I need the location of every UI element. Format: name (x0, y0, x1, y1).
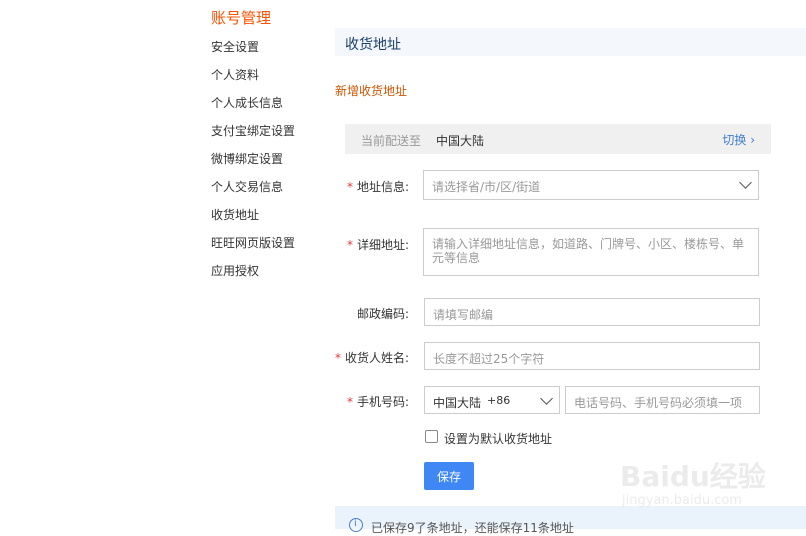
page-header: 收货地址 (335, 28, 806, 56)
default-address-checkbox[interactable] (425, 430, 438, 443)
receiver-name-input[interactable]: 长度不超过25个字符 (424, 342, 760, 370)
address-placeholder: 请选择省/市/区/街道 (432, 180, 541, 194)
notice-text: 已保存9了条地址，还能保存11条地址 (371, 521, 574, 535)
switch-region-link[interactable]: 切换 › (722, 131, 755, 148)
address-select[interactable]: 请选择省/市/区/街道 (423, 170, 759, 200)
name-label: * 收货人姓名: (335, 349, 409, 366)
detail-placeholder: 请输入详细地址信息，如道路、门牌号、小区、楼栋号、单元等信息 (432, 237, 745, 265)
chevron-down-icon (540, 392, 553, 405)
required-mark: * (347, 180, 353, 194)
page-title: 收货地址 (345, 37, 401, 53)
sidebar-item-address[interactable]: 收货地址 (211, 206, 259, 223)
default-address-label[interactable]: 设置为默认收货地址 (444, 430, 552, 447)
detail-address-textarea[interactable]: 请输入详细地址信息，如道路、门牌号、小区、楼栋号、单元等信息 (423, 228, 759, 276)
address-label-text: 地址信息: (357, 180, 410, 194)
country-code-select[interactable]: 中国大陆 +86 (424, 386, 560, 414)
sidebar-item-security[interactable]: 安全设置 (211, 38, 259, 55)
chevron-down-icon (739, 176, 752, 189)
region-bar: 当前配送至 中国大陆 切换 › (345, 124, 771, 154)
postcode-label: 邮政编码: (357, 307, 410, 321)
region-label: 当前配送至 (361, 134, 422, 148)
name-placeholder: 长度不超过25个字符 (433, 352, 545, 366)
postcode-placeholder: 请填写邮编 (433, 308, 494, 322)
sidebar-title: 账号管理 (211, 9, 272, 27)
watermark-url: jingyan.baidu.com (622, 493, 742, 508)
name-label-text: 收货人姓名: (345, 351, 410, 365)
sidebar-item-app-auth[interactable]: 应用授权 (211, 262, 259, 279)
phone-label: * 手机号码: (347, 393, 409, 410)
postcode-input[interactable]: 请填写邮编 (424, 298, 760, 326)
region-value: 中国大陆 (436, 134, 485, 148)
sidebar-item-alipay[interactable]: 支付宝绑定设置 (211, 122, 295, 139)
sidebar-item-weibo[interactable]: 微博绑定设置 (211, 150, 283, 167)
address-label: * 地址信息: (347, 178, 409, 195)
required-mark: * (347, 395, 353, 409)
country-code: +86 (487, 394, 511, 407)
sidebar-item-profile[interactable]: 个人资料 (211, 66, 259, 83)
country-value: 中国大陆 (433, 396, 482, 410)
switch-label: 切换 (722, 133, 747, 147)
info-icon (349, 518, 363, 532)
chevron-right-icon: › (750, 133, 755, 147)
sidebar-item-growth[interactable]: 个人成长信息 (211, 94, 283, 111)
required-mark: * (335, 351, 341, 365)
phone-input[interactable]: 电话号码、手机号码必须填一项 (565, 386, 760, 414)
sidebar-item-trade-info[interactable]: 个人交易信息 (211, 178, 283, 195)
detail-label: * 详细地址: (347, 236, 409, 253)
phone-placeholder: 电话号码、手机号码必须填一项 (574, 396, 743, 410)
save-button[interactable]: 保存 (424, 462, 474, 490)
detail-label-text: 详细地址: (357, 238, 410, 252)
sidebar-item-wangwang[interactable]: 旺旺网页版设置 (211, 234, 295, 251)
phone-label-text: 手机号码: (357, 395, 410, 409)
watermark: Baidu经验 jingyan.baidu.com (620, 455, 800, 515)
watermark-brand: Baidu经验 (620, 460, 766, 493)
section-title: 新增收货地址 (335, 84, 408, 98)
required-mark: * (347, 238, 353, 252)
